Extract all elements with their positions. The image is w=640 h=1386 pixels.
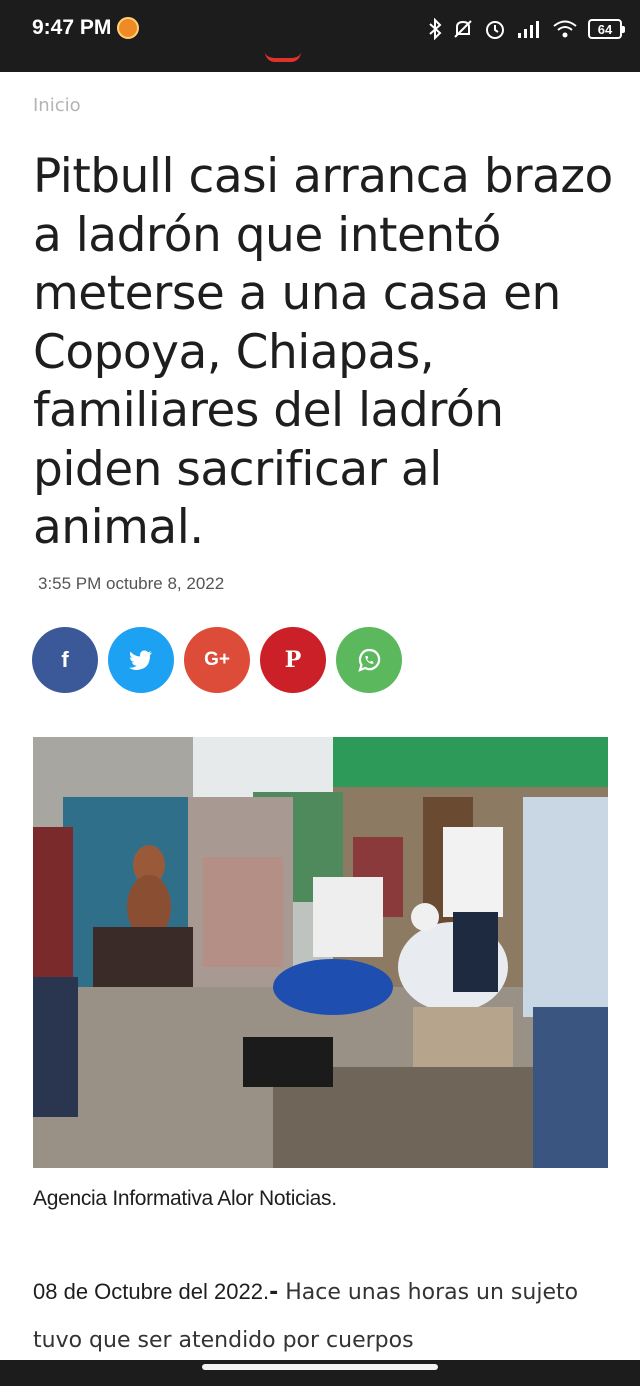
pinterest-icon: P: [284, 647, 302, 673]
twitter-share-button[interactable]: [108, 627, 174, 693]
status-time: 9:47 PM: [32, 16, 112, 39]
article-date-separator: -: [269, 1280, 279, 1305]
breadcrumb-home-link[interactable]: Inicio: [33, 95, 81, 116]
article-body: 08 de Octubre del 2022.- Hace unas horas…: [33, 1268, 593, 1365]
google-plus-share-button[interactable]: G+: [184, 627, 250, 693]
facebook-icon: f: [61, 647, 69, 672]
whatsapp-share-button[interactable]: [336, 627, 402, 693]
article-photo-scene: [33, 737, 608, 1168]
share-buttons: f G+ P: [32, 627, 402, 693]
whatsapp-icon: [358, 648, 381, 672]
article-date-lead: 08 de Octubre del 2022.: [33, 1279, 270, 1304]
article-photo: [33, 737, 608, 1168]
bluetooth-icon: [429, 18, 442, 40]
facebook-share-button[interactable]: f: [32, 627, 98, 693]
pinterest-share-button[interactable]: P: [260, 627, 326, 693]
google-plus-icon: G+: [204, 649, 230, 670]
alarm-icon: [486, 21, 504, 39]
status-icons: 64: [428, 14, 625, 44]
battery-level: 64: [597, 21, 613, 37]
signal-icon: [518, 21, 539, 38]
photo-caption: Agencia Informativa Alor Noticias.: [33, 1187, 337, 1210]
notification-icon: [117, 17, 139, 39]
article-headline: Pitbull casi arranca brazo a ladrón que …: [33, 149, 613, 555]
article-timestamp: 3:55 PM octubre 8, 2022: [38, 574, 225, 593]
status-bar: 9:47 PM 64: [0, 0, 640, 72]
mute-icon: [454, 20, 472, 38]
wifi-icon: [553, 20, 577, 38]
twitter-icon: [129, 650, 152, 670]
battery-icon: 64: [588, 19, 625, 39]
header-accent: [265, 52, 301, 62]
home-gesture-handle[interactable]: [202, 1364, 438, 1370]
